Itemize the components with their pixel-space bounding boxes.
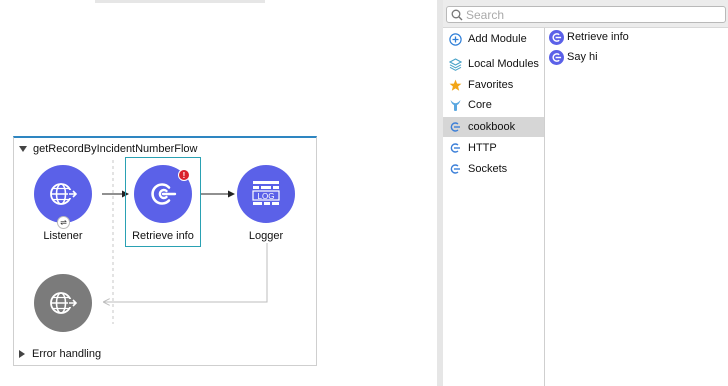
connector-icon (549, 49, 564, 65)
group-label: Core (468, 99, 492, 111)
group-core[interactable]: Core (443, 95, 544, 115)
operation-label: Retrieve info (567, 31, 629, 43)
search-box[interactable] (446, 6, 726, 23)
group-label: Sockets (468, 163, 508, 175)
star-icon (448, 78, 462, 92)
group-label: Add Module (468, 33, 527, 45)
error-source-node[interactable] (34, 274, 92, 332)
canvas-top-tab (95, 0, 265, 3)
search-input[interactable] (466, 7, 716, 22)
operation-retrieve-info[interactable]: Retrieve info (549, 28, 629, 46)
group-label: Local Modules (468, 58, 539, 70)
connector-icon (448, 141, 462, 155)
connector-icon (448, 120, 462, 134)
error-handling-header[interactable]: Error handling (19, 346, 101, 362)
operation-say-hi[interactable]: Say hi (549, 48, 598, 66)
group-local-modules[interactable]: Local Modules (443, 54, 544, 74)
group-label: Favorites (468, 79, 514, 91)
svg-text:LOG: LOG (258, 192, 275, 201)
expand-triangle-icon[interactable] (19, 350, 25, 358)
group-add-module[interactable]: Add Module (443, 29, 544, 49)
group-label: HTTP (468, 142, 497, 154)
connector-icon (448, 162, 462, 176)
operation-list: Retrieve info Say hi (546, 28, 728, 386)
sync-badge-icon: ⇌ (57, 216, 70, 229)
search-bar (443, 0, 728, 28)
plus-circle-icon (448, 32, 462, 46)
search-icon (451, 9, 463, 20)
group-label: cookbook (468, 121, 516, 133)
operation-label: Say hi (567, 51, 598, 63)
layers-icon (448, 57, 462, 71)
listener-label: Listener (43, 230, 83, 242)
return-path-line (104, 243, 268, 302)
flow-container[interactable]: getRecordByIncidentNumberFlow ⇌ Listener… (13, 136, 317, 366)
group-sockets[interactable]: Sockets (443, 159, 544, 179)
group-cookbook[interactable]: cookbook (443, 117, 544, 137)
log-icon: LOG (252, 181, 280, 205)
logger-node[interactable]: LOG (237, 165, 295, 223)
logger-label: Logger (248, 230, 284, 242)
group-favorites[interactable]: Favorites (443, 75, 544, 95)
listener-node[interactable] (34, 165, 92, 223)
mule-palette: Add Module Local Modules Favorites Core … (443, 0, 728, 386)
connector-icon (549, 29, 564, 45)
error-handling-label: Error handling (32, 348, 102, 360)
globe-arrow-icon (50, 292, 78, 314)
error-badge-icon[interactable]: ! (178, 169, 190, 181)
module-list: Add Module Local Modules Favorites Core … (443, 28, 545, 386)
group-http[interactable]: HTTP (443, 138, 544, 158)
connector-icon (151, 183, 177, 205)
flow-canvas[interactable]: getRecordByIncidentNumberFlow ⇌ Listener… (0, 0, 437, 386)
globe-arrow-icon (50, 183, 78, 205)
mule-icon (448, 98, 462, 112)
retrieve-info-label: Retrieve info (132, 230, 194, 242)
